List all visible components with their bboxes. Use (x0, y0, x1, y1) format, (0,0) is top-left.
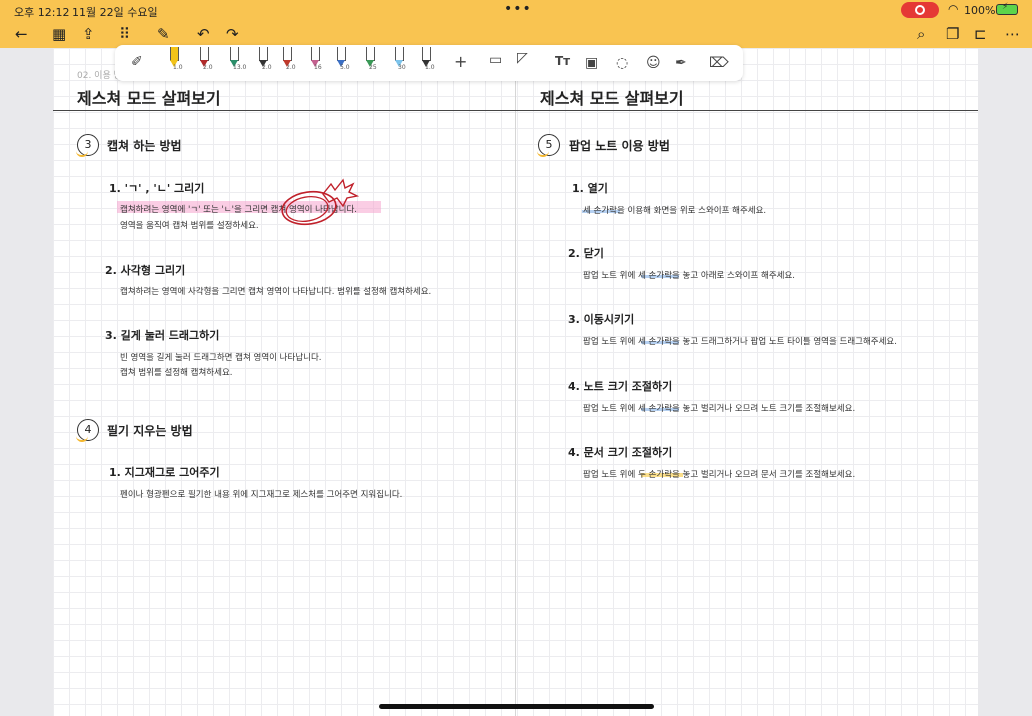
section-number: 3 (76, 134, 99, 157)
grid-view-icon[interactable]: ▦ (52, 26, 66, 42)
text-tool-icon[interactable]: Tт (555, 54, 570, 68)
pen-tool-5[interactable]: 2.0 (280, 47, 296, 71)
eraser-icon[interactable]: ▭ (489, 52, 502, 68)
search-icon[interactable]: ⌕ (917, 26, 925, 42)
back-arrow-icon[interactable]: ← (15, 26, 28, 42)
top-toolbar: 오후 12:12 11월 22일 수요일 ••• ◠ 100% ← ▦ ⇪ ⠿ … (0, 0, 1032, 48)
view-mode-icon[interactable]: ⊏ (974, 26, 987, 42)
battery-percent: 100% (964, 4, 996, 17)
lasso-pen-icon[interactable]: ✐ (131, 54, 143, 70)
section-number: 5 (537, 134, 560, 157)
undo-icon[interactable]: ↶ (197, 26, 210, 42)
pen-tool-3[interactable]: 13.0 (227, 47, 246, 71)
pen-tool-2[interactable]: 2.0 (197, 47, 213, 71)
pen-size-label: 30 (398, 64, 406, 71)
right-page-title: 제스쳐 모드 살펴보기 (540, 89, 684, 108)
body-text: 펜이나 형광펜으로 필기한 내용 위에 지그재그로 제스처를 그어주면 지워집니… (120, 490, 403, 500)
body-text: 팝업 노트 위에 세 손가락을 놓고 드래그하거나 팝업 노트 타이틀 영역을 … (583, 337, 897, 347)
screen-recording-icon[interactable] (901, 2, 939, 18)
item-title: 1. 'ㄱ' , 'ㄴ' 그리기 (109, 182, 205, 195)
body-text: 캡쳐 범위를 설정해 캡쳐하세요. (120, 368, 233, 378)
pen-size-label: 2.0 (203, 64, 213, 71)
item-title: 1. 지그재그로 그어주기 (109, 466, 220, 479)
pen-size-label: 1.0 (173, 64, 183, 71)
item-title: 3. 길게 눌러 드래그하기 (105, 329, 220, 342)
pen-size-label: 1.0 (425, 64, 435, 71)
pen-toolbar: ✐ 1.0 2.0 13.0 2.0 2.0 16 5.0 25 30 1.0 + ▭ ◸ Tт … (115, 45, 743, 81)
bookmark-icon[interactable]: ❐ (946, 26, 959, 42)
redo-icon[interactable]: ↷ (226, 26, 239, 42)
red-ink-annotation (281, 178, 360, 226)
note-page[interactable]: 02. 이용 방 제스쳐 모드 살펴보기 제스쳐 모드 살펴보기 3 캡쳐 하는… (53, 48, 978, 716)
title-underline (53, 110, 978, 111)
left-page-title: 제스쳐 모드 살펴보기 (77, 89, 221, 108)
multitasking-dots-icon[interactable]: ••• (504, 1, 532, 17)
add-pen-button[interactable]: + (454, 52, 467, 71)
ruler-icon[interactable]: ◸ (517, 50, 528, 66)
pen-tool-8[interactable]: 25 (363, 47, 377, 71)
pen-size-label: 16 (314, 64, 322, 71)
item-title: 1. 열기 (572, 182, 608, 195)
section-title: 캡쳐 하는 방법 (107, 139, 182, 153)
section-number: 4 (76, 419, 99, 442)
status-time: 오후 12:12 (14, 6, 70, 19)
pen-tool-1[interactable]: 1.0 (167, 47, 183, 71)
pen-size-label: 13.0 (233, 64, 247, 71)
section-title: 팝업 노트 이용 방법 (569, 139, 670, 153)
pen-size-label: 25 (369, 64, 377, 71)
item-title: 4. 문서 크기 조절하기 (568, 446, 673, 459)
more-icon[interactable]: ⋯ (1005, 26, 1020, 42)
item-title: 2. 사각형 그리기 (105, 264, 186, 277)
pen-tool-10[interactable]: 1.0 (419, 47, 435, 71)
share-icon[interactable]: ⇪ (82, 26, 95, 42)
lasso-icon[interactable]: ◌ (616, 55, 628, 71)
item-title: 3. 이동시키기 (568, 313, 635, 326)
pen-tool-9[interactable]: 30 (392, 47, 406, 71)
body-text: 캡쳐하려는 영역에 사각형을 그리면 캡쳐 영역이 나타납니다. 범위를 설정해… (120, 287, 432, 297)
edit-page-icon[interactable]: ✎ (157, 26, 170, 42)
status-bar: 오후 12:12 11월 22일 수요일 ••• ◠ 100% (0, 0, 1032, 20)
body-text: 영역을 움직여 캡쳐 범위를 설정하세요. (120, 221, 259, 231)
pen-tool-6[interactable]: 16 (308, 47, 322, 71)
pen-size-label: 5.0 (340, 64, 350, 71)
item-title: 4. 노트 크기 조절하기 (568, 380, 673, 393)
popup-note-icon[interactable]: ⌦ (709, 55, 729, 71)
laser-pointer-icon[interactable]: ✒ (675, 55, 687, 71)
pen-size-label: 2.0 (262, 64, 272, 71)
sticker-icon[interactable]: ☺ (646, 55, 661, 71)
status-date: 11월 22일 수요일 (72, 6, 158, 19)
section-title: 필기 지우는 방법 (107, 424, 193, 438)
body-text: 빈 영역을 길게 눌러 드래그하면 캡쳐 영역이 나타납니다. (120, 353, 322, 363)
body-text: 세 손가락을 이용해 화면을 위로 스와이프 해주세요. (583, 206, 767, 216)
battery-icon (996, 2, 1018, 15)
body-text: 팝업 노트 위에 세 손가락을 놓고 벌리거나 오므려 노트 크기를 조절해보세… (583, 404, 856, 414)
body-text: 팝업 노트 위에 세 손가락을 놓고 아래로 스와이프 해주세요. (583, 271, 795, 281)
pen-size-label: 2.0 (286, 64, 296, 71)
wifi-icon: ◠ (948, 2, 959, 16)
pen-tool-4[interactable]: 2.0 (256, 47, 272, 71)
page-divider (515, 48, 516, 716)
body-text: 팝업 노트 위에 두 손가락을 놓고 벌리거나 오므려 문서 크기를 조절해보세… (583, 470, 856, 480)
image-icon[interactable]: ▣ (585, 55, 598, 71)
home-indicator[interactable] (379, 704, 654, 709)
item-title: 2. 닫기 (568, 247, 604, 260)
app-menu-icon[interactable]: ⠿ (119, 26, 130, 42)
pen-tool-7[interactable]: 5.0 (334, 47, 350, 71)
